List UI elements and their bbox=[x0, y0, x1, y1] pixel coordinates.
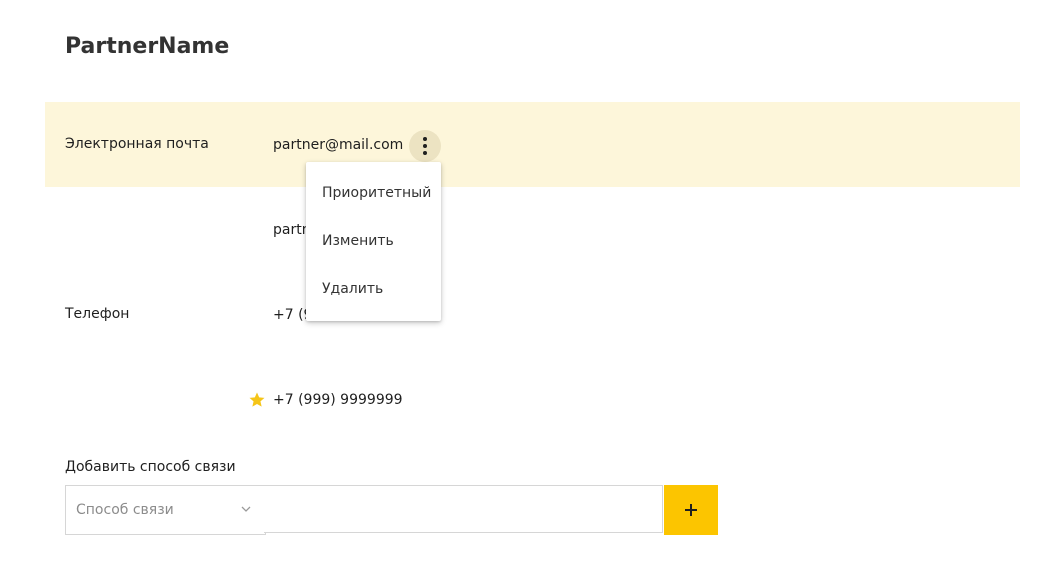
email-label: Электронная почта bbox=[65, 136, 209, 152]
more-options-button[interactable] bbox=[409, 130, 441, 162]
chevron-down-icon bbox=[241, 506, 251, 512]
plus-icon bbox=[685, 504, 697, 516]
star-icon bbox=[249, 392, 265, 407]
page-title: PartnerName bbox=[65, 34, 230, 59]
email-value-primary: partner@mail.com bbox=[273, 137, 404, 153]
more-vertical-icon bbox=[423, 137, 427, 141]
contact-type-placeholder: Способ связи bbox=[76, 502, 174, 518]
contact-value-input[interactable] bbox=[264, 485, 663, 533]
phone-label: Телефон bbox=[65, 306, 130, 322]
menu-item-delete[interactable]: Удалить bbox=[322, 281, 383, 297]
phone-value-priority: +7 (999) 9999999 bbox=[273, 392, 403, 408]
add-contact-label: Добавить способ связи bbox=[65, 459, 236, 475]
menu-item-edit[interactable]: Изменить bbox=[322, 233, 394, 249]
contact-type-select[interactable]: Способ связи bbox=[65, 485, 266, 535]
menu-item-priority[interactable]: Приоритетный bbox=[322, 185, 431, 201]
context-menu: Приоритетный Изменить Удалить bbox=[306, 162, 441, 321]
add-contact-button[interactable] bbox=[664, 485, 718, 535]
